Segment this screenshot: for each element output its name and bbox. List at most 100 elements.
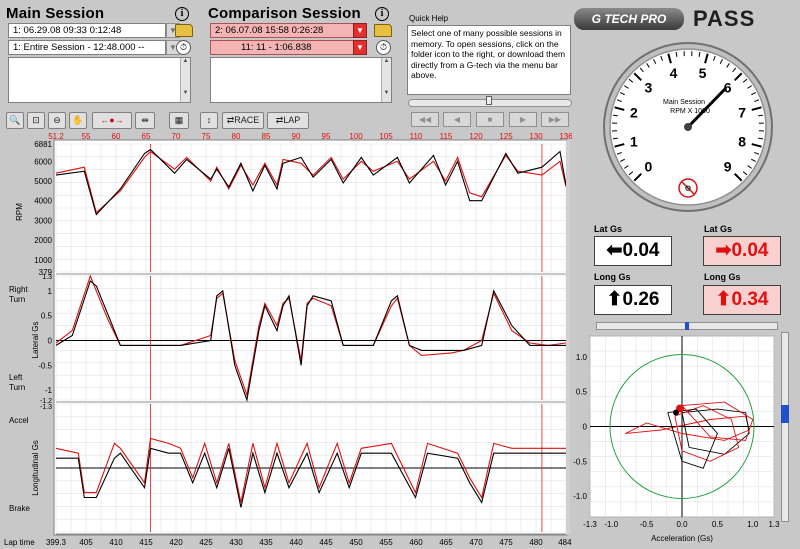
lat-tick-label: 0.5: [41, 312, 53, 321]
gauge-number: 7: [738, 105, 746, 121]
fc-y-tick: 1.0: [576, 353, 588, 362]
main-session-notes-list[interactable]: ▲ ▼: [8, 57, 191, 103]
lap-label: LAP: [283, 115, 301, 125]
comparison-session-dropdown-button[interactable]: ▼: [353, 23, 367, 38]
fc-x-tick: -1.0: [604, 520, 618, 529]
comparison-session-select[interactable]: 2: 06.07.08 15:58 0:26:28: [210, 23, 367, 38]
top-axis-label: 125: [499, 132, 513, 141]
comparison-session-notes-list[interactable]: ▲ ▼: [210, 57, 392, 103]
lat-tick-label: -1: [45, 386, 53, 395]
gauge-number: 2: [630, 105, 638, 121]
race-mode-button[interactable]: ⇄RACE: [222, 112, 264, 129]
main-session-folder-icon[interactable]: [175, 24, 193, 37]
comparison-range-dropdown-button[interactable]: ▼: [353, 40, 367, 55]
bottom-axis-label: 415: [139, 538, 153, 547]
gauge-session-label: Main Session: [663, 99, 705, 106]
comp-long-gs-number: 0.34: [731, 289, 769, 310]
main-session-select[interactable]: 1: 06.29.08 09:33 0:12:48: [8, 23, 166, 38]
comparison-session-info-icon[interactable]: i: [375, 7, 389, 21]
bottom-axis-label: 440: [289, 538, 303, 547]
pan-hand-button[interactable]: ✋: [69, 112, 87, 129]
zoom-in-button[interactable]: 🔍: [6, 112, 24, 129]
accel-label: Accel: [9, 416, 29, 425]
main-stopwatch-icon[interactable]: ⏱: [176, 40, 191, 55]
main-lat-gs-value: ⬅0.04: [594, 236, 672, 266]
zoom-out-button[interactable]: ⊖: [48, 112, 66, 129]
fc-y-tick: 0.5: [576, 388, 588, 397]
vertical-fit-button[interactable]: ↕: [200, 112, 218, 129]
comparison-stopwatch-icon[interactable]: ⏱: [376, 40, 391, 55]
cursor-move-button[interactable]: ←●→: [92, 112, 132, 129]
comparison-session-folder-icon[interactable]: [374, 24, 392, 37]
main-notes-scrollbar[interactable]: ▲ ▼: [180, 58, 190, 102]
main-session-info-icon[interactable]: i: [175, 7, 189, 21]
up-arrow-icon: ⬆: [606, 289, 623, 310]
main-range-select[interactable]: 1: Entire Session - 12:48.000 --: [8, 40, 166, 55]
comparison-notes-scrollbar[interactable]: ▲ ▼: [381, 58, 391, 102]
fc-main-marker: [673, 409, 679, 416]
right-arrow-icon: ➡: [715, 240, 732, 261]
fc-y-tick: -0.5: [573, 457, 587, 466]
rpm-tick-label: 6881: [34, 140, 52, 149]
long-axis-title: Longitudinal Gs: [31, 440, 40, 496]
top-axis-label: 60: [112, 132, 121, 141]
comp-long-gs-label: Long Gs: [704, 272, 741, 282]
top-axis-label: 95: [322, 132, 331, 141]
comp-lat-gs-value: ➡0.04: [703, 236, 781, 266]
bottom-axis-label: 399.3: [46, 538, 67, 547]
data-strip-charts[interactable]: 51.2 55 60 65 70 75 80 85 90 95 100 105 110 115 120 125…: [0, 132, 572, 549]
gauge-number: 4: [670, 65, 678, 81]
top-axis-label: 110: [410, 132, 423, 141]
top-axis-label: 70: [172, 132, 181, 141]
top-axis-label: 100: [349, 132, 363, 141]
rewind-button[interactable]: ◀◀: [411, 112, 439, 127]
main-long-gs-label: Long Gs: [594, 272, 631, 282]
friction-circle-h-slider[interactable]: [596, 322, 778, 330]
fc-y-tick: 0: [583, 423, 588, 432]
play-back-button[interactable]: ◀: [443, 112, 471, 127]
bottom-axis-label: 460: [409, 538, 423, 547]
left-arrow-icon: ⬅: [606, 240, 623, 261]
top-axis-label: 136: [559, 132, 572, 141]
fit-width-button[interactable]: ⇹: [135, 112, 155, 129]
svg-text:⚙: ⚙: [684, 184, 691, 193]
playback-slider-thumb[interactable]: [486, 96, 492, 105]
lat-axis-title: Lateral Gs: [31, 322, 40, 359]
play-button[interactable]: ▶: [509, 112, 537, 127]
long-top-tick: -1.3: [40, 404, 52, 411]
bottom-axis-label: 425: [199, 538, 213, 547]
bottom-axis-label: 435: [259, 538, 273, 547]
main-long-gs-value: ⬆0.26: [594, 285, 672, 315]
bottom-axis-label: 450: [349, 538, 363, 547]
bottom-axis-label: 445: [319, 538, 333, 547]
bottom-axis-label: 475: [499, 538, 513, 547]
friction-circle-v-slider[interactable]: [781, 332, 789, 522]
rpm-tick-label: 2000: [34, 236, 52, 245]
fc-x-tick: 1.0: [747, 520, 759, 529]
comparison-range-select[interactable]: 11: 11 - 1:06.838: [210, 40, 367, 55]
stop-button[interactable]: ■: [476, 112, 504, 127]
bottom-axis-label: 455: [379, 538, 393, 547]
main-lat-gs-number: 0.04: [622, 240, 660, 261]
fast-forward-button[interactable]: ▶▶: [541, 112, 569, 127]
right-turn-label: Turn: [9, 295, 25, 304]
quick-help-text: Select one of many possible sessions in …: [407, 25, 571, 95]
bottom-axis-label: 480: [529, 538, 543, 547]
gauge-number: 8: [738, 133, 746, 149]
no-shift-icon: ⚙: [678, 178, 698, 198]
lap-mode-button[interactable]: ⇄LAP: [267, 112, 309, 129]
gtech-pro-logo-text: G TECH PRO: [591, 12, 667, 26]
lat-tick-label: 1: [48, 287, 53, 296]
friction-circle-plot: -1.3 -1.0 -0.5 0.0 0.5 1.0 1.3 Acceleration (Gs…: [573, 335, 780, 543]
fc-y-tick: -1.0: [573, 492, 587, 501]
left-turn-label: Left: [9, 373, 23, 382]
zoom-box-button[interactable]: ⊡: [27, 112, 45, 129]
playback-slider[interactable]: [408, 96, 572, 107]
comp-lat-gs-number: 0.04: [731, 240, 769, 261]
top-axis-label: 80: [232, 132, 241, 141]
top-axis-label: 85: [262, 132, 271, 141]
gauge-number: 1: [630, 133, 638, 149]
grid-toggle-button[interactable]: ▦: [169, 112, 189, 129]
bottom-axis-label: 420: [169, 538, 183, 547]
top-axis-label: 65: [142, 132, 151, 141]
